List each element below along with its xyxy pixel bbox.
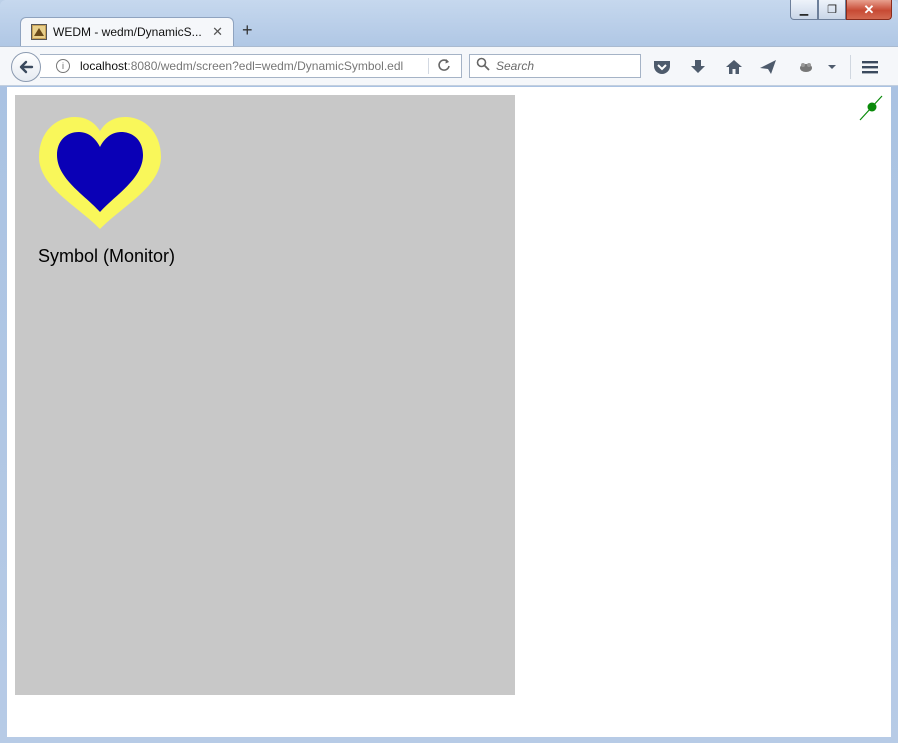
- reload-icon[interactable]: [437, 58, 451, 75]
- url-bar[interactable]: i localhost:8080/wedm/screen?edl=wedm/Dy…: [40, 54, 462, 78]
- search-box[interactable]: Search: [469, 54, 641, 78]
- pocket-icon[interactable]: [652, 57, 672, 77]
- connection-status-icon: [859, 95, 883, 121]
- info-icon[interactable]: i: [56, 59, 70, 73]
- back-arrow-icon: [19, 60, 34, 74]
- extension-dropdown-icon[interactable]: [822, 57, 842, 77]
- search-placeholder: Search: [496, 59, 535, 73]
- tab-title: WEDM - wedm/DynamicS...: [53, 25, 202, 39]
- share-icon[interactable]: [758, 57, 778, 77]
- display-panel: Symbol (Monitor): [15, 95, 515, 695]
- close-window-button[interactable]: ✕: [846, 0, 892, 20]
- url-text: localhost:8080/wedm/screen?edl=wedm/Dyna…: [80, 59, 403, 73]
- url-divider: [428, 58, 429, 74]
- url-host: localhost: [80, 59, 128, 73]
- browser-tab[interactable]: WEDM - wedm/DynamicS... ✕: [20, 17, 234, 46]
- browser-window: ▁ ❐ ✕ WEDM - wedm/DynamicS... ✕ + i loca…: [0, 0, 898, 743]
- search-icon: [476, 57, 490, 76]
- maximize-button[interactable]: ❐: [818, 0, 846, 20]
- page-content: Symbol (Monitor): [7, 87, 891, 737]
- tab-close-icon[interactable]: ✕: [212, 24, 223, 40]
- toolbar-divider: [850, 55, 851, 79]
- heart-symbol-icon[interactable]: [39, 117, 161, 229]
- favicon-icon: [31, 24, 47, 40]
- back-button[interactable]: [11, 52, 41, 82]
- menu-icon[interactable]: [860, 57, 880, 77]
- url-path: :8080/wedm/screen?edl=wedm/DynamicSymbol…: [127, 59, 404, 73]
- minimize-button[interactable]: ▁: [790, 0, 818, 20]
- navigation-toolbar: i localhost:8080/wedm/screen?edl=wedm/Dy…: [0, 46, 898, 86]
- new-tab-button[interactable]: +: [242, 20, 253, 41]
- download-icon[interactable]: [688, 57, 708, 77]
- window-controls: ▁ ❐ ✕: [790, 0, 892, 20]
- symbol-label: Symbol (Monitor): [38, 246, 176, 266]
- home-icon[interactable]: [724, 57, 744, 77]
- extension-icon[interactable]: [796, 57, 816, 77]
